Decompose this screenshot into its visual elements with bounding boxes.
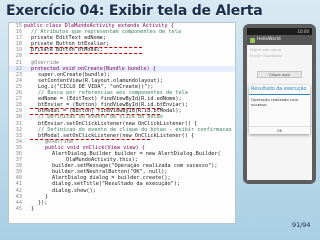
code-text: // Busca por referencias aos componentes…	[38, 90, 188, 97]
code-text: });	[38, 199, 48, 206]
code-text: dialog.setTitle("Resultado da execução")…	[52, 181, 181, 188]
android-app-icon	[250, 37, 255, 43]
code-line: 45}	[9, 206, 235, 212]
code-text: btEnviar.setOnClickListener(new OnClickL…	[38, 120, 198, 127]
code-editor: 15 public class DlaMundoActivity extends …	[8, 22, 236, 224]
code-text: setContentView(R.layout.olamundolayout);	[38, 77, 163, 84]
line-number: 45	[15, 205, 22, 212]
alert-dialog: Resultado da execução Operação realizada…	[249, 85, 310, 134]
emulator-phone: 10:00 HelloWorld Digite seu nome Enviar …	[243, 24, 316, 184]
click-here-button[interactable]: Clique aqui	[257, 71, 302, 78]
app-action-bar: HelloWorld	[247, 35, 312, 45]
code-text: // Atributos que representam componentes…	[31, 29, 181, 36]
code-text: edNome = (EditText) findViewById(R.id.ed…	[38, 96, 182, 103]
dialog-ok-button[interactable]: OK	[249, 126, 310, 134]
code-text: @Override	[45, 138, 74, 145]
status-bar: 10:00	[247, 28, 312, 35]
code-text: // Definicao do evento de clique do bota…	[38, 126, 232, 133]
app-title: HelloWorld	[257, 37, 281, 42]
code-text: }	[45, 193, 49, 200]
slide-title: Exercício 04: Exibir tela de Alerta	[6, 3, 263, 19]
code-text: builder.setNeutralButton("OK", null);	[52, 169, 168, 176]
background-form: Digite seu nome Enviar Saudação	[247, 45, 312, 61]
code-text: @Override	[31, 59, 60, 66]
code-text: super.onCreate(bundle);	[38, 71, 110, 78]
code-text: }	[31, 205, 35, 212]
code-text: builder.setMessage("Operação realizada c…	[52, 163, 218, 170]
dialog-message: Operação realizada com sucesso	[251, 97, 299, 107]
emulator-screen: 10:00 HelloWorld Digite seu nome Enviar …	[247, 28, 312, 180]
code-text: public class DlaMundoActivity extends Ac…	[24, 23, 174, 29]
code-text: OlaMundoActivity.this);	[66, 157, 138, 164]
code-text: private EditText edNome;	[31, 35, 106, 42]
code-text: dialog.show();	[52, 187, 96, 194]
page-number: 91/94	[292, 221, 311, 229]
code-text: public void onClick(View view) {	[45, 144, 145, 151]
code-text: Log.i("CICLO DE VIDA", "onCreate()");	[38, 83, 154, 90]
code-text: protected void onCreate(Bundle bundle) {	[31, 65, 156, 72]
dialog-title: Resultado da execução	[249, 85, 310, 95]
code-text: // Definicao do evento de click do botao	[38, 114, 163, 121]
code-text: AlertDialog dialog = builder.create();	[52, 175, 171, 182]
code-text: AlertDialog.Builder builder = new AlertD…	[52, 150, 221, 157]
form-line: Enviar Saudação	[250, 53, 282, 58]
